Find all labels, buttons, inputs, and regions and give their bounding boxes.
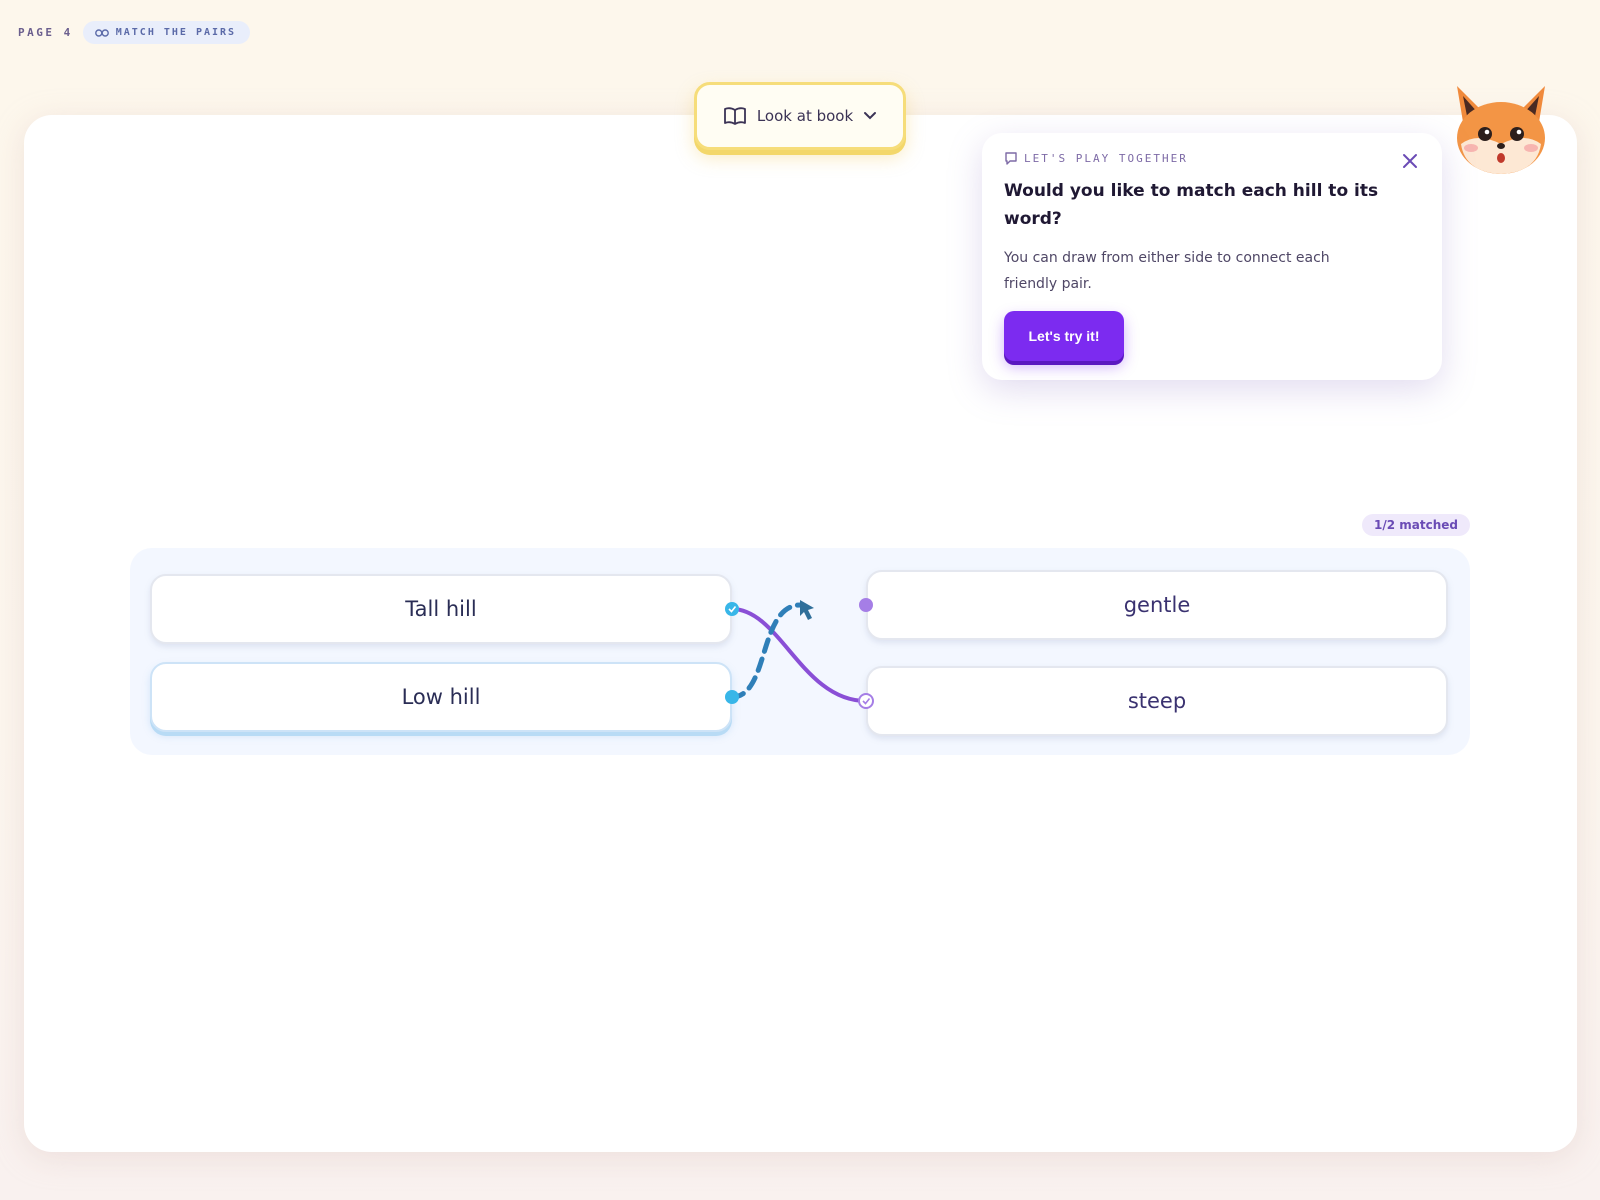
drag-link xyxy=(729,602,805,700)
match-progress-badge: 1/2 matched xyxy=(1362,514,1470,536)
right-item-gentle[interactable]: gentle xyxy=(866,570,1448,640)
link-icon xyxy=(94,28,109,37)
book-icon xyxy=(723,107,746,125)
fox-icon[interactable] xyxy=(1447,82,1555,180)
tip-eyebrow-label: LET'S PLAY TOGETHER xyxy=(1024,151,1188,165)
chevron-down-icon xyxy=(864,112,877,120)
left-item-tall-hill[interactable]: Tall hill xyxy=(150,574,732,644)
book-button-label: Look at book xyxy=(756,107,854,125)
left-item-low-hill[interactable]: Low hill xyxy=(150,662,732,732)
activity-tag: MATCH THE PAIRS xyxy=(82,21,251,44)
close-icon[interactable] xyxy=(1400,151,1420,171)
tip-body: You can draw from either side to connect… xyxy=(1004,250,1330,292)
right-item-steep[interactable]: steep xyxy=(866,666,1448,736)
page-label: PAGE 4 xyxy=(18,26,73,39)
chat-bubble-icon xyxy=(1005,152,1017,165)
breadcrumb: PAGE 4 MATCH THE PAIRS xyxy=(18,21,251,44)
cursor-icon xyxy=(800,600,814,620)
activity-label: MATCH THE PAIRS xyxy=(115,27,237,38)
matching-area: Tall hill Low hill gentle steep xyxy=(130,548,1470,755)
matched-link xyxy=(730,607,868,703)
lets-try-it-button[interactable]: Let's try it! xyxy=(1004,311,1124,361)
tip-title: Would you like to match each hill to its… xyxy=(1004,181,1379,229)
tip-popup: LET'S PLAY TOGETHER Would you like to ma… xyxy=(982,133,1442,380)
tip-eyebrow: LET'S PLAY TOGETHER xyxy=(1004,151,1420,165)
look-at-book-button[interactable]: Look at book xyxy=(694,82,906,150)
